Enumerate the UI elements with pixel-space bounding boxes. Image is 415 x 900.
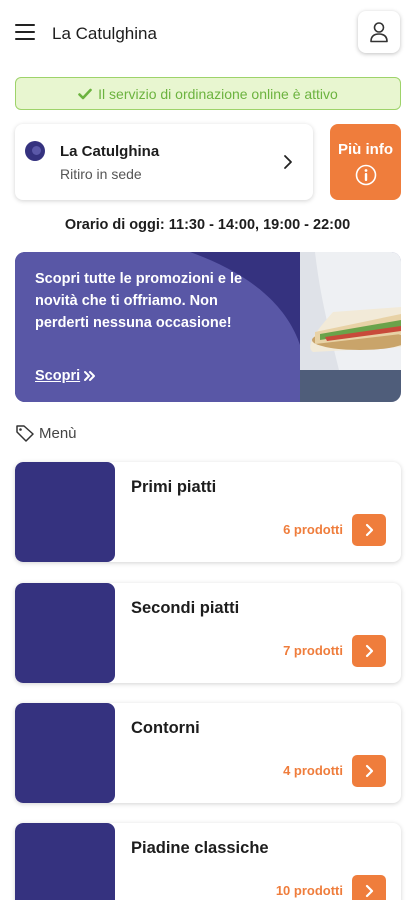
- chevron-right-icon: [365, 644, 374, 658]
- double-chevron-right-icon: [84, 371, 96, 381]
- category-image: [15, 462, 115, 562]
- user-account-button[interactable]: [358, 11, 400, 53]
- chevron-right-icon: [365, 884, 374, 898]
- category-card[interactable]: Piadine classiche 10 prodotti: [15, 823, 401, 900]
- chevron-right-icon: [365, 764, 374, 778]
- category-name: Piadine classiche: [131, 839, 269, 857]
- category-open-button[interactable]: [352, 514, 386, 546]
- discover-link-label: Scopri: [35, 368, 81, 384]
- category-image: [15, 583, 115, 683]
- category-product-count: 10 prodotti: [275, 883, 343, 898]
- user-icon: [370, 22, 388, 43]
- category-name: Primi piatti: [131, 478, 217, 496]
- discover-link[interactable]: Scopri: [35, 368, 97, 384]
- app-header: La Catulghina: [0, 0, 415, 66]
- restaurant-name: La Catulghina: [60, 143, 160, 160]
- category-card[interactable]: Contorni 4 prodotti: [15, 703, 401, 803]
- category-card[interactable]: Primi piatti 6 prodotti: [15, 462, 401, 562]
- more-info-button[interactable]: Più info: [330, 124, 401, 200]
- category-open-button[interactable]: [352, 875, 386, 900]
- category-product-count: 6 prodotti: [283, 522, 343, 537]
- category-card[interactable]: Secondi piatti 7 prodotti: [15, 583, 401, 683]
- category-name: Contorni: [131, 719, 200, 737]
- status-text: Il servizio di ordinazione online è atti…: [98, 85, 338, 102]
- chevron-right-icon: [365, 523, 374, 537]
- category-product-count: 7 prodotti: [283, 643, 343, 658]
- restaurant-logo: [25, 141, 45, 161]
- chevron-right-icon: [284, 155, 292, 169]
- category-image: [15, 823, 115, 900]
- tag-icon: [16, 425, 34, 442]
- restaurant-selector-card[interactable]: La Catulghina Ritiro in sede: [15, 124, 313, 200]
- category-open-button[interactable]: [352, 635, 386, 667]
- check-icon: [78, 88, 92, 99]
- category-product-count: 4 prodotti: [283, 763, 343, 778]
- opening-hours: Orario di oggi: 11:30 - 14:00, 19:00 - 2…: [64, 217, 351, 233]
- menu-section-header: Menù: [15, 424, 77, 442]
- category-name: Secondi piatti: [131, 599, 240, 617]
- app-title: La Catulghina: [52, 24, 157, 43]
- more-info-label: Più info: [338, 141, 393, 158]
- hamburger-menu-icon[interactable]: [15, 24, 35, 40]
- promotions-banner[interactable]: Scopri tutte le promozioni e le novità c…: [15, 252, 401, 402]
- online-ordering-status-banner: Il servizio di ordinazione online è atti…: [15, 77, 401, 110]
- promo-text: Scopri tutte le promozioni e le novità c…: [35, 271, 243, 331]
- order-mode: Ritiro in sede: [60, 166, 142, 182]
- category-image: [15, 703, 115, 803]
- info-icon: [355, 164, 377, 186]
- menu-section-label: Menù: [39, 424, 77, 442]
- category-open-button[interactable]: [352, 755, 386, 787]
